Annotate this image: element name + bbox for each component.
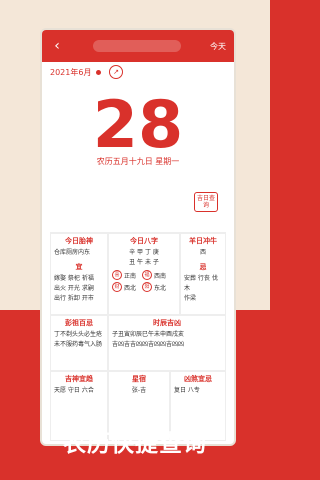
left-title: 今日胎神 xyxy=(65,237,93,245)
left-line1: 仓库厕房内东 xyxy=(54,249,91,256)
direction-2: 西南 xyxy=(154,272,167,280)
pengzu-title: 彭祖百忌 xyxy=(65,319,93,327)
left-title2: 宜 xyxy=(75,263,83,271)
shichen-line2: 吉凶吉吉凶凶吉凶凶吉凶凶 xyxy=(112,341,185,348)
right-line2-1: 安葬 行丧 伐木 xyxy=(184,275,218,292)
today-button[interactable]: 今天 xyxy=(210,41,226,52)
pengzu-line1: 丁不剃头头必生疮 xyxy=(54,331,103,338)
circle-arrow-icon[interactable]: ↗ xyxy=(109,65,123,79)
left-line2-3: 出行 拆卸 开市 xyxy=(54,295,94,302)
direction-1: 正南 xyxy=(124,272,137,280)
panel-middle: 今日八字 辛 甲 丁 庚 丑 午 未 子 喜 正南 福 西南 财 西北 阳 东北 xyxy=(108,233,180,315)
direction-3: 西北 xyxy=(124,284,137,292)
bottom3-text: 复日 八专 xyxy=(174,387,200,394)
month-selector[interactable]: 2021年6月 xyxy=(50,67,101,78)
phone-frame: ‹ 今天 2021年6月 ↗ 28 农历五月十九日 星期一 吉日查询 今日胎神 … xyxy=(40,28,236,446)
direction-row-1: 喜 正南 福 西南 xyxy=(112,270,176,280)
day-number: 28 xyxy=(92,88,184,163)
right-title: 羊日冲牛 xyxy=(189,237,217,245)
back-icon[interactable]: ‹ xyxy=(50,38,64,54)
direction-badge-2: 福 xyxy=(142,270,153,280)
right-title2: 忌 xyxy=(199,263,207,271)
bottom3-title: 凶煞宜忌 xyxy=(184,375,212,383)
middle-line1: 辛 甲 丁 庚 xyxy=(129,249,159,256)
panel-shichen: 时辰吉凶 子丑寅卯辰巳午未申酉戌亥 吉凶吉吉凶凶吉凶凶吉凶凶 xyxy=(108,315,226,371)
date-selector-row: 2021年6月 ↗ xyxy=(42,62,234,82)
right-line1: 西 xyxy=(199,249,206,256)
bottom1-title: 吉神宜趋 xyxy=(65,375,93,383)
date-label: 2021年6月 xyxy=(50,67,92,77)
middle-line2: 丑 午 未 子 xyxy=(129,259,159,266)
shichen-title: 时辰吉凶 xyxy=(153,319,181,327)
direction-badge-1: 喜 xyxy=(112,270,122,280)
promo-caption: 农历快捷查询 xyxy=(63,431,207,457)
direction-badge-3: 财 xyxy=(112,282,122,292)
direction-badge-4: 阳 xyxy=(142,282,153,292)
panel-right: 羊日冲牛 西 忌 安葬 行丧 伐木 作梁 xyxy=(180,233,226,315)
app-titlebar: ‹ 今天 xyxy=(42,30,234,62)
middle-title: 今日八字 xyxy=(130,237,158,245)
left-line2-2: 出火 开光 求嗣 xyxy=(54,285,94,292)
title-placeholder xyxy=(93,40,181,52)
panel-left: 今日胎神 仓库厕房内东 宜 嫁娶 祭祀 祈福 出火 开光 求嗣 出行 拆卸 开市 xyxy=(50,233,108,315)
panel-pengzu: 彭祖百忌 丁不剃头头必生疮 未不服药毒气入肠 xyxy=(50,315,108,371)
badge-label: 吉日查询 xyxy=(196,195,215,209)
pengzu-line2: 未不服药毒气入肠 xyxy=(54,341,103,348)
lunar-date: 农历五月十九日 星期一 xyxy=(96,157,180,166)
dropdown-dot-icon xyxy=(96,69,101,75)
direction-row-2: 财 西北 阳 东北 xyxy=(112,282,176,292)
left-line2-1: 嫁娶 祭祀 祈福 xyxy=(54,275,94,282)
shichen-line1: 子丑寅卯辰巳午未申酉戌亥 xyxy=(112,331,185,338)
bottom1-text: 天愿 守日 六合 xyxy=(54,387,94,394)
direction-4: 东北 xyxy=(154,284,167,292)
auspicious-day-query-button[interactable]: 吉日查询 xyxy=(194,192,218,212)
almanac-panel: 今日胎神 仓库厕房内东 宜 嫁娶 祭祀 祈福 出火 开光 求嗣 出行 拆卸 开市… xyxy=(50,232,226,441)
bottom2-title: 星宿 xyxy=(132,375,146,383)
bottom2-text: 张-吉 xyxy=(131,387,147,394)
right-line2-2: 作梁 xyxy=(184,295,197,302)
